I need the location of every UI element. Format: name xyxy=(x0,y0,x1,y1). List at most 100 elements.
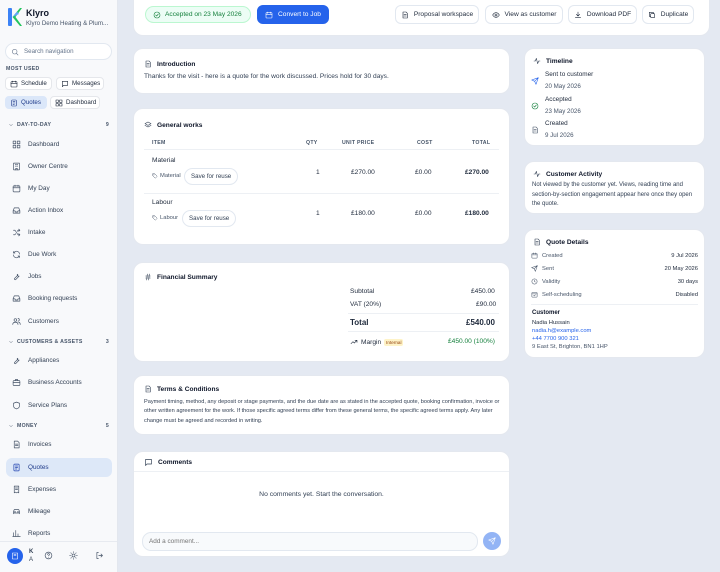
activity-title-text: Customer Activity xyxy=(546,170,603,178)
nav-label: Reports xyxy=(28,530,51,537)
search-box[interactable] xyxy=(5,43,112,60)
terms-text: Payment timing, method, any deposit or s… xyxy=(144,399,500,424)
nav-label: Appliances xyxy=(28,357,60,364)
sun-icon[interactable] xyxy=(69,551,78,560)
section-money[interactable]: MONEY 5 xyxy=(8,423,109,429)
convert-label: Convert to Job xyxy=(278,11,321,18)
timeline-date: 20 May 2026 xyxy=(545,83,581,90)
download-label: Download PDF xyxy=(586,11,632,18)
customer-email-link[interactable]: nadia.h@example.com xyxy=(532,328,591,334)
quote-details-title: Quote Details xyxy=(533,238,589,246)
nav-expenses[interactable]: Expenses xyxy=(6,480,112,499)
section-customers-assets[interactable]: CUSTOMERS & ASSETS 3 xyxy=(8,339,109,345)
nav-appliances[interactable]: Appliances xyxy=(6,351,112,370)
detail-label: Sent xyxy=(542,265,554,272)
help-icon[interactable] xyxy=(44,551,53,560)
section-count: 5 xyxy=(105,423,109,429)
detail-row: Validity 30 days xyxy=(531,278,698,285)
send-comment-button[interactable] xyxy=(483,532,501,550)
document-icon xyxy=(533,238,541,246)
terms-card: Terms & Conditions Payment timing, metho… xyxy=(133,375,510,435)
nav-invoices[interactable]: Invoices xyxy=(6,435,112,454)
car-icon xyxy=(12,507,21,516)
nav-label: Due Work xyxy=(28,251,57,258)
item-qty: 1 xyxy=(316,210,320,217)
item-total: £270.00 xyxy=(465,169,489,176)
nav-action-inbox[interactable]: Action Inbox xyxy=(6,201,112,220)
nav-jobs[interactable]: Jobs xyxy=(6,267,112,286)
chevron-down-icon xyxy=(8,122,14,128)
detail-row: Self-scheduling Disabled xyxy=(531,291,698,298)
comments-card: Comments No comments yet. Start the conv… xyxy=(133,451,510,557)
nav-business-accounts[interactable]: Business Accounts xyxy=(6,373,112,392)
save-for-reuse-button[interactable]: Save for reuse xyxy=(184,168,239,185)
send-icon xyxy=(488,537,496,545)
most-used-messages-label: Messages xyxy=(72,80,101,87)
nav-booking-requests[interactable]: Booking requests xyxy=(6,289,112,308)
shield-icon xyxy=(12,401,21,410)
nav-quotes[interactable]: Quotes xyxy=(6,458,112,477)
col-total: TOTAL xyxy=(472,140,491,146)
comment-box[interactable] xyxy=(142,532,478,551)
proposal-workspace-button[interactable]: Proposal workspace xyxy=(395,5,479,24)
most-used-dashboard[interactable]: Dashboard xyxy=(50,96,100,109)
most-used-schedule-label: Schedule xyxy=(21,80,47,87)
activity-icon xyxy=(533,170,541,178)
nav-customers[interactable]: Customers xyxy=(6,312,112,331)
nav-intake[interactable]: Intake xyxy=(6,223,112,242)
most-used-quotes[interactable]: Quotes xyxy=(5,96,47,109)
refresh-icon xyxy=(12,250,21,259)
nav-my-day[interactable]: My Day xyxy=(6,179,112,198)
section-label: MONEY xyxy=(17,423,38,429)
most-used-messages[interactable]: Messages xyxy=(56,77,104,90)
customer-activity-card: Customer Activity Not viewed by the cust… xyxy=(524,161,705,214)
user-sub: A xyxy=(29,557,34,563)
wrench-icon xyxy=(12,356,21,365)
nav-owner-centre[interactable]: Owner Centre xyxy=(6,157,112,176)
nav-service-plans[interactable]: Service Plans xyxy=(6,396,112,415)
vat-value: £90.00 xyxy=(476,301,497,308)
user-name: K xyxy=(29,549,34,555)
view-as-customer-button[interactable]: View as customer xyxy=(485,5,563,24)
user-info: K A xyxy=(29,548,35,564)
financial-title-text: Financial Summary xyxy=(157,273,218,281)
message-icon xyxy=(61,80,69,88)
nav-mileage[interactable]: Mileage xyxy=(6,502,112,521)
nav-label: Business Accounts xyxy=(28,379,82,386)
calendar-icon xyxy=(10,80,18,88)
customer-phone-link[interactable]: +44 7700 900 321 xyxy=(532,336,579,342)
duplicate-button[interactable]: Duplicate xyxy=(642,5,694,24)
margin-value: £450.00 (100%) xyxy=(448,338,495,345)
search-input[interactable] xyxy=(24,48,104,55)
chevron-down-icon xyxy=(8,339,14,345)
introduction-card: Introduction Thanks for the visit - here… xyxy=(133,48,510,94)
dashboard-icon xyxy=(12,140,21,149)
convert-to-job-button[interactable]: Convert to Job xyxy=(257,5,329,24)
nav-dashboard[interactable]: Dashboard xyxy=(6,135,112,154)
brand[interactable]: Klyro Klyro Demo Heating & Plum... xyxy=(8,8,108,28)
vat-label: VAT (20%) xyxy=(350,301,382,308)
send-icon xyxy=(531,265,538,272)
tag-icon xyxy=(152,215,158,221)
item-tag-text: Material xyxy=(160,173,181,179)
most-used-schedule[interactable]: Schedule xyxy=(5,77,52,90)
save-for-reuse-button[interactable]: Save for reuse xyxy=(182,210,237,227)
sidebar: Klyro Klyro Demo Heating & Plum... MOST … xyxy=(0,0,118,572)
section-day-to-day[interactable]: DAY-TO-DAY 9 xyxy=(8,122,109,128)
chart-icon xyxy=(12,529,21,538)
document-icon xyxy=(531,120,539,140)
timeline-label: Created xyxy=(545,120,568,127)
download-pdf-button[interactable]: Download PDF xyxy=(568,5,637,24)
nav-label: Action Inbox xyxy=(28,207,64,214)
nav-label: Dashboard xyxy=(28,141,60,148)
nav-due-work[interactable]: Due Work xyxy=(6,245,112,264)
avatar[interactable] xyxy=(7,548,23,564)
item-name: Labour xyxy=(152,199,173,206)
comments-empty-text: No comments yet. Start the conversation. xyxy=(259,491,384,498)
timeline-card: Timeline Sent to customer 20 May 2026 Acc… xyxy=(524,48,705,146)
document-icon xyxy=(12,440,21,449)
comment-input[interactable] xyxy=(149,538,449,545)
logout-icon[interactable] xyxy=(95,551,104,560)
timeline-item: Accepted 23 May 2026 xyxy=(531,95,581,116)
proposal-label: Proposal workspace xyxy=(413,11,474,18)
